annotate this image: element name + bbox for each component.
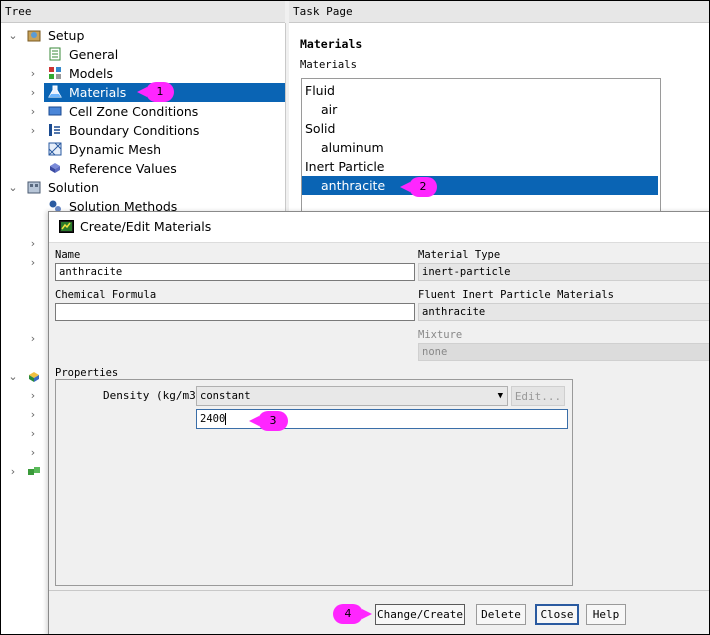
flask-icon [48, 85, 62, 99]
tree-item-label: Materials [69, 85, 127, 100]
tree-item-models[interactable]: › Models [1, 64, 285, 83]
expand-right-icon[interactable]: › [27, 256, 39, 269]
mixture-field: none [418, 343, 709, 361]
material-type-field[interactable]: inert-particle [418, 263, 709, 281]
tree-item-label: Cell Zone Conditions [69, 104, 199, 119]
tree-item-label: Boundary Conditions [69, 123, 200, 138]
chemical-formula-input[interactable] [55, 303, 415, 321]
reference-values-icon [48, 161, 62, 175]
chemical-formula-label: Chemical Formula [55, 289, 157, 301]
expand-right-icon[interactable]: › [27, 446, 39, 459]
fluent-app-icon [59, 220, 74, 233]
expand-right-icon[interactable]: › [27, 121, 39, 140]
callout-2: 2 [400, 177, 437, 197]
button-divider [49, 590, 709, 591]
general-icon [48, 47, 62, 61]
fluent-materials-field[interactable]: anthracite [418, 303, 709, 321]
tree-item-dynamic-mesh[interactable]: Dynamic Mesh [1, 140, 285, 159]
tree-item-label: Models [69, 66, 114, 81]
tree-item-general[interactable]: General [1, 45, 285, 64]
parameters-icon [27, 465, 41, 479]
app-window: Tree ⌄ Setup General › Models › Material… [0, 0, 710, 635]
name-label: Name [55, 249, 81, 261]
expand-down-icon[interactable]: ⌄ [7, 178, 19, 197]
dynamic-mesh-icon [48, 142, 62, 156]
tree-panel-header: Tree [1, 1, 285, 23]
list-item-anthracite[interactable]: anthracite [302, 176, 658, 195]
close-button[interactable]: Close [535, 604, 579, 625]
expand-right-icon[interactable]: › [7, 465, 19, 478]
expand-right-icon[interactable]: › [27, 332, 39, 345]
tree-item-label: Setup [48, 28, 85, 43]
tree-item-label: Reference Values [69, 161, 177, 176]
expand-right-icon[interactable]: › [27, 102, 39, 121]
expand-right-icon[interactable]: › [27, 408, 39, 421]
density-edit-button[interactable]: Edit... [511, 386, 565, 406]
list-item-fluid[interactable]: Fluid [302, 81, 658, 100]
list-item-solid[interactable]: Solid [302, 119, 658, 138]
results-icon [27, 370, 41, 384]
task-page-title: Materials [300, 37, 363, 51]
delete-button[interactable]: Delete [476, 604, 526, 625]
tree-item-label: Dynamic Mesh [69, 142, 162, 157]
list-item-inert-particle[interactable]: Inert Particle [302, 157, 658, 176]
expand-right-icon[interactable]: › [27, 427, 39, 440]
create-edit-materials-dialog: Create/Edit Materials Name anthracite Ma… [48, 211, 709, 634]
name-input[interactable]: anthracite [55, 263, 415, 281]
tree-item-label: General [69, 47, 119, 62]
list-item-aluminum[interactable]: aluminum [302, 138, 658, 157]
expand-down-icon[interactable]: ⌄ [7, 370, 19, 383]
density-method-select[interactable]: constant ▼ [196, 386, 508, 406]
properties-label: Properties [55, 367, 119, 379]
callout-4: 4 [333, 604, 372, 624]
boundary-icon [48, 123, 62, 137]
callout-3: 3 [249, 411, 288, 431]
setup-icon [27, 28, 41, 42]
list-item-air[interactable]: air [302, 100, 658, 119]
tree-item-solution[interactable]: ⌄ Solution [1, 178, 285, 197]
change-create-button[interactable]: Change/Create [375, 604, 465, 625]
tree-item-boundary-conditions[interactable]: › Boundary Conditions [1, 121, 285, 140]
dialog-title-bar: Create/Edit Materials [49, 212, 709, 243]
material-type-label: Material Type [418, 249, 501, 261]
density-label: Density (kg/m3) [103, 389, 203, 402]
materials-list-label: Materials [300, 59, 357, 71]
tree-item-label: Solution [48, 180, 99, 195]
tree-item-setup[interactable]: ⌄ Setup [1, 26, 285, 45]
tree-item-cell-zone-conditions[interactable]: › Cell Zone Conditions [1, 102, 285, 121]
callout-1: 1 [137, 82, 174, 102]
expand-down-icon[interactable]: ⌄ [7, 26, 19, 45]
expand-right-icon[interactable]: › [27, 237, 39, 250]
task-page-header: Task Page [289, 1, 709, 23]
dialog-title: Create/Edit Materials [80, 219, 212, 234]
tree-item-reference-values[interactable]: Reference Values [1, 159, 285, 178]
cell-zone-icon [48, 104, 62, 118]
properties-group: Density (kg/m3) constant ▼ Edit... 2400 [55, 379, 573, 586]
dropdown-arrow-icon[interactable]: ▼ [498, 387, 503, 405]
mixture-label: Mixture [418, 329, 463, 341]
text-caret [225, 413, 227, 425]
solution-icon [27, 180, 41, 194]
materials-list[interactable]: Fluid air Solid aluminum Inert Particle … [301, 78, 661, 213]
models-icon [48, 66, 62, 80]
fluent-materials-label: Fluent Inert Particle Materials [418, 289, 614, 301]
help-button[interactable]: Help [586, 604, 626, 625]
expand-right-icon[interactable]: › [27, 64, 39, 83]
expand-right-icon[interactable]: › [27, 389, 39, 402]
expand-right-icon[interactable]: › [27, 83, 39, 102]
